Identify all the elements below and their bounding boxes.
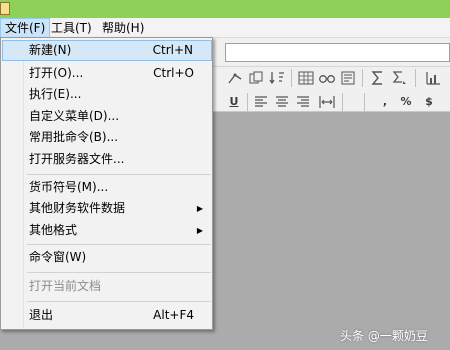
currency-icon[interactable]: $ — [420, 93, 438, 111]
menu-separator — [27, 272, 211, 273]
menu-item-execute[interactable]: 执行(E)... — [2, 84, 212, 105]
toolbar-divider — [212, 66, 450, 67]
toolbar-separator — [362, 69, 363, 87]
menu-item-custom-menu[interactable]: 自定义菜单(D)... — [2, 106, 212, 127]
menu-item-open[interactable]: 打开(O)... Ctrl+O — [2, 63, 212, 84]
menu-item-label: 常用批命令(B)... — [29, 130, 119, 144]
menu-separator — [27, 174, 211, 175]
menu-separator — [27, 244, 211, 245]
menu-help[interactable]: 帮助(H) — [98, 18, 148, 38]
find-icon[interactable] — [318, 69, 336, 87]
toolbar-separator — [342, 93, 343, 111]
submenu-arrow-icon: ▶ — [196, 226, 203, 235]
menu-file[interactable]: 文件(F) — [0, 18, 51, 38]
sum-menu-icon[interactable] — [391, 69, 409, 87]
menu-separator — [27, 301, 211, 302]
menu-item-label: 其他财务软件数据 — [29, 201, 126, 215]
table-icon[interactable] — [297, 69, 315, 87]
sort-icon[interactable] — [268, 69, 286, 87]
menu-item-label: 命令窗(W) — [29, 250, 87, 264]
menu-item-exit[interactable]: 退出 Alt+F4 — [2, 305, 212, 326]
toolbar-separator — [415, 69, 416, 87]
menu-item-shortcut: Ctrl+O — [153, 66, 194, 80]
toolbar-combo-input[interactable] — [225, 43, 450, 62]
file-menu-dropdown: 新建(N) Ctrl+N 打开(O)... Ctrl+O 执行(E)... 自定… — [0, 37, 213, 330]
app-icon[interactable] — [0, 2, 10, 15]
toolbar-separator — [247, 93, 248, 111]
menu-item-label: 打开服务器文件... — [29, 152, 125, 166]
menu-item-label: 打开(O)... — [29, 66, 84, 80]
sum-icon[interactable] — [369, 69, 387, 87]
align-left-icon[interactable] — [252, 93, 270, 111]
align-right-icon[interactable] — [294, 93, 312, 111]
menu-item-label: 退出 — [29, 308, 54, 322]
menu-item-other-formats[interactable]: 其他格式 ▶ — [2, 220, 212, 241]
menu-tools[interactable]: 工具(T) — [47, 18, 96, 38]
menu-item-label: 其他格式 — [29, 223, 78, 237]
menu-item-command-window[interactable]: 命令窗(W) — [2, 247, 212, 268]
copy-icon[interactable] — [247, 69, 265, 87]
tree-icon[interactable] — [226, 69, 244, 87]
format-icon[interactable] — [339, 69, 357, 87]
toolbar-separator — [364, 93, 365, 111]
toolbar-separator — [291, 69, 292, 87]
align-center-icon[interactable] — [273, 93, 291, 111]
menu-item-label: 执行(E)... — [29, 87, 82, 101]
menu-item-shortcut: Ctrl+N — [152, 43, 193, 57]
underline-icon[interactable]: U — [225, 93, 243, 111]
watermark: 头条 @一颗奶豆 — [340, 327, 428, 345]
menu-item-open-current-doc: 打开当前文档 — [2, 276, 212, 297]
menu-item-batch-commands[interactable]: 常用批命令(B)... — [2, 127, 212, 148]
menu-item-label: 打开当前文档 — [29, 279, 102, 293]
comma-icon[interactable]: , — [376, 93, 394, 111]
menu-bar: 文件(F) 工具(T) 帮助(H) — [0, 18, 450, 38]
menu-item-label: 自定义菜单(D)... — [29, 109, 120, 123]
menu-item-open-server-file[interactable]: 打开服务器文件... — [2, 149, 212, 170]
window-titlebar — [0, 0, 450, 18]
menu-item-currency-symbol[interactable]: 货币符号(M)... — [2, 177, 212, 198]
menu-item-label: 货币符号(M)... — [29, 180, 109, 194]
menu-item-shortcut: Alt+F4 — [153, 308, 194, 322]
watermark-text: 头条 @一颗奶豆 — [340, 329, 428, 343]
percent-icon[interactable]: % — [397, 93, 415, 111]
fit-width-icon[interactable] — [318, 93, 336, 111]
menu-item-other-finance-data[interactable]: 其他财务软件数据 ▶ — [2, 198, 212, 219]
menu-item-label: 新建(N) — [29, 43, 72, 57]
menu-item-new[interactable]: 新建(N) Ctrl+N — [2, 40, 212, 61]
submenu-arrow-icon: ▶ — [196, 204, 203, 213]
chart-icon[interactable] — [424, 69, 442, 87]
